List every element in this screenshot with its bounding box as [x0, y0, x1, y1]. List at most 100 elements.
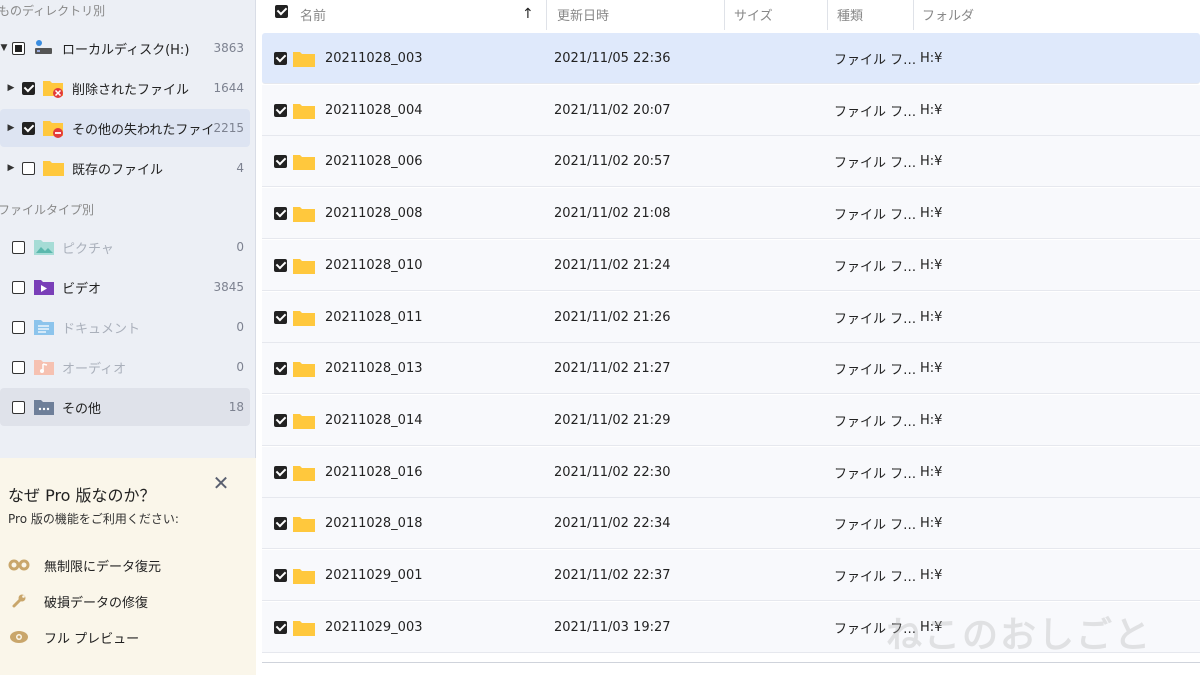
row-type: ファイル フ… [834, 156, 917, 171]
audio-label: オーディオ [62, 361, 127, 377]
folder-icon [293, 412, 315, 433]
table-row[interactable]: 20211028_006 2021/11/02 20:57 ファイル フ… H:¥ [262, 136, 1200, 187]
other-lost-files-count: 2215 [213, 121, 244, 135]
deleted-files-label: 削除されたファイル [72, 82, 190, 98]
table-row[interactable]: 20211028_013 2021/11/02 21:27 ファイル フ… H:¥ [262, 343, 1200, 394]
column-header-name[interactable]: 名前 ↑ [300, 2, 540, 26]
deleted-files-checkbox[interactable] [22, 81, 35, 95]
table-row[interactable]: 20211028_018 2021/11/02 22:34 ファイル フ… H:¥ [262, 498, 1200, 549]
row-type: ファイル フ… [834, 260, 917, 275]
row-checkbox[interactable] [274, 207, 287, 220]
document-icon [32, 317, 56, 337]
close-icon[interactable]: ✕ [210, 472, 232, 494]
row-folder: H:¥ [920, 258, 943, 273]
tree-item-deleted-files[interactable]: ▶ 削除されたファイル 1644 [0, 69, 250, 107]
type-item-picture[interactable]: ピクチャ 0 [0, 228, 250, 266]
other-checkbox[interactable] [12, 400, 25, 414]
lost-folder-icon [42, 118, 66, 138]
row-type: ファイル フ… [834, 415, 917, 430]
expand-caret-icon[interactable]: ▶ [6, 83, 16, 93]
type-item-other[interactable]: その他 18 [0, 388, 250, 426]
sort-arrow-icon[interactable]: ↑ [522, 6, 534, 22]
row-modified: 2021/11/02 21:29 [554, 413, 671, 428]
picture-checkbox[interactable] [12, 240, 25, 254]
row-name: 20211028_013 [325, 361, 423, 376]
table-row[interactable]: 20211028_010 2021/11/02 21:24 ファイル フ… H:¥ [262, 240, 1200, 291]
row-name: 20211028_014 [325, 413, 423, 428]
column-modified-label: 更新日時 [557, 8, 610, 24]
pro-feature-label: 破損データの修復 [44, 595, 149, 611]
row-name: 20211028_010 [325, 258, 423, 273]
document-count: 0 [236, 320, 244, 334]
row-checkbox[interactable] [274, 52, 287, 65]
column-header-modified[interactable]: 更新日時 [557, 2, 717, 26]
row-checkbox[interactable] [274, 155, 287, 168]
row-folder: H:¥ [920, 620, 943, 635]
pro-feature-preview: フル プレビュー [8, 626, 139, 648]
row-checkbox[interactable] [274, 517, 287, 530]
row-modified: 2021/11/02 22:30 [554, 465, 671, 480]
table-row[interactable]: 20211028_003 2021/11/05 22:36 ファイル フ… H:¥ [262, 33, 1200, 84]
document-checkbox[interactable] [12, 320, 25, 334]
other-lost-files-checkbox[interactable] [22, 121, 35, 135]
folder-icon [293, 567, 315, 588]
type-item-document[interactable]: ドキュメント 0 [0, 308, 250, 346]
row-modified: 2021/11/02 21:26 [554, 310, 671, 325]
table-row[interactable]: 20211028_011 2021/11/02 21:26 ファイル フ… H:¥ [262, 292, 1200, 343]
expand-caret-icon[interactable]: ▶ [6, 123, 16, 133]
row-checkbox[interactable] [274, 569, 287, 582]
row-type: ファイル フ… [834, 105, 917, 120]
row-type: ファイル フ… [834, 570, 917, 585]
folder-icon [293, 102, 315, 123]
table-row[interactable]: 20211028_008 2021/11/02 21:08 ファイル フ… H:¥ [262, 188, 1200, 239]
expand-caret-icon[interactable]: ▶ [6, 163, 16, 173]
drive-icon [32, 38, 56, 58]
local-disk-checkbox[interactable] [12, 41, 25, 55]
select-all-checkbox[interactable] [275, 5, 288, 18]
row-type: ファイル フ… [834, 208, 917, 223]
pro-subtitle: Pro 版の機能をご利用ください: [8, 512, 179, 526]
pro-feature-unlimited: 無制限にデータ復元 [8, 554, 161, 576]
table-row[interactable]: 20211029_001 2021/11/02 22:37 ファイル フ… H:¥ [262, 550, 1200, 601]
table-header: 名前 ↑ 更新日時 サイズ 種類 フォルダ [262, 0, 1200, 30]
audio-checkbox[interactable] [12, 360, 25, 374]
row-modified: 2021/11/05 22:36 [554, 51, 671, 66]
table-row[interactable]: 20211029_003 2021/11/03 19:27 ファイル フ… H:¥ [262, 602, 1200, 653]
row-checkbox[interactable] [274, 311, 287, 324]
row-checkbox[interactable] [274, 621, 287, 634]
row-modified: 2021/11/02 21:08 [554, 206, 671, 221]
tree-item-other-lost-files[interactable]: ▶ その他の失われたファイル 2215 [0, 109, 250, 147]
type-item-video[interactable]: ビデオ 3845 [0, 268, 250, 306]
column-name-label: 名前 [300, 8, 327, 24]
column-separator[interactable] [724, 0, 725, 30]
row-name: 20211029_003 [325, 620, 423, 635]
expand-caret-icon[interactable]: ▼ [0, 43, 8, 53]
table-row[interactable]: 20211028_014 2021/11/02 21:29 ファイル フ… H:¥ [262, 395, 1200, 446]
folder-icon [293, 257, 315, 278]
type-item-audio[interactable]: オーディオ 0 [0, 348, 250, 386]
row-checkbox[interactable] [274, 362, 287, 375]
video-checkbox[interactable] [12, 280, 25, 294]
table-row[interactable]: 20211028_004 2021/11/02 20:07 ファイル フ… H:¥ [262, 85, 1200, 136]
row-checkbox[interactable] [274, 414, 287, 427]
column-header-folder[interactable]: フォルダ [922, 2, 1022, 26]
column-separator[interactable] [827, 0, 828, 30]
column-header-size[interactable]: サイズ [734, 2, 824, 26]
row-checkbox[interactable] [274, 466, 287, 479]
row-name: 20211028_008 [325, 206, 423, 221]
column-separator[interactable] [913, 0, 914, 30]
column-header-type[interactable]: 種類 [837, 2, 907, 26]
tree-item-local-disk[interactable]: ▼ ローカルディスク(H:) 3863 [0, 29, 250, 67]
row-folder: H:¥ [920, 516, 943, 531]
video-icon [32, 277, 56, 297]
row-checkbox[interactable] [274, 259, 287, 272]
existing-files-checkbox[interactable] [22, 161, 35, 175]
table-row[interactable]: 20211028_016 2021/11/02 22:30 ファイル フ… H:¥ [262, 447, 1200, 498]
tree-item-existing-files[interactable]: ▶ 既存のファイル 4 [0, 149, 250, 187]
column-separator[interactable] [546, 0, 547, 30]
column-folder-label: フォルダ [922, 8, 975, 24]
row-checkbox[interactable] [274, 104, 287, 117]
document-label: ドキュメント [62, 321, 141, 337]
pro-feature-label: フル プレビュー [44, 631, 140, 647]
row-modified: 2021/11/02 20:57 [554, 154, 671, 169]
